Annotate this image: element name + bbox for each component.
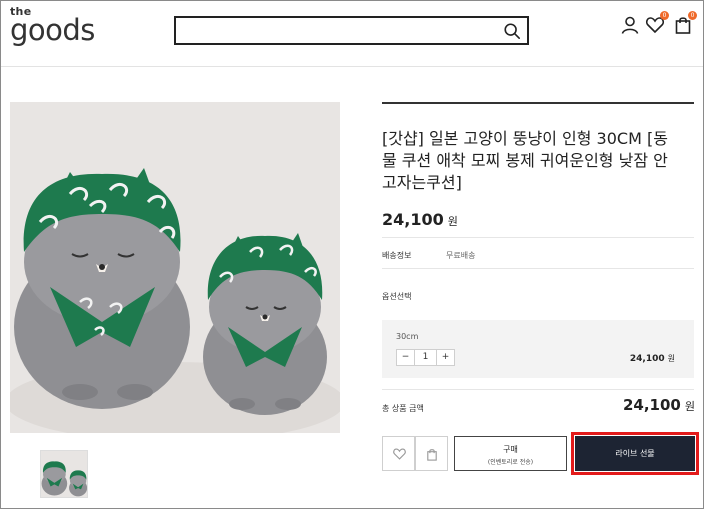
live-gift-button-highlight: 라이브 선물 [571,432,699,475]
shopping-bag-icon[interactable]: 0 [673,11,697,35]
search-input[interactable] [176,18,496,43]
quantity-input[interactable]: 1 [414,350,437,365]
shipping-label: 배송정보 [382,251,412,260]
total-amount-value: 24,100 [622,396,681,414]
selected-option-price-currency: 원 [667,354,675,363]
divider [382,237,694,238]
divider [382,268,694,269]
product-price: 24,100 원 [382,210,458,229]
selected-option-price-value: 24,100 [629,354,665,364]
search-icon[interactable] [503,22,521,40]
cart-count-badge: 0 [688,11,697,20]
product-price-currency: 원 [447,215,458,228]
logo-large-text: goods [10,13,95,47]
divider [382,389,694,390]
selected-option-box: 30cm − 1 + 24,100 원 [382,320,694,378]
total-amount-label: 총 상품 금액 [382,404,424,413]
live-gift-button[interactable]: 라이브 선물 [575,436,695,471]
product-title: [갓샵] 일본 고양이 뚱냥이 인형 30CM [동물 쿠션 애착 모찌 봉제 … [382,129,668,192]
cart-button[interactable] [415,436,448,471]
user-icon[interactable] [620,15,640,35]
shopping-bag-outline-icon [427,449,437,461]
site-logo[interactable]: the goods [10,6,95,45]
selected-option-name: 30cm [396,332,419,341]
wishlist-count-badge: 0 [660,11,669,20]
heart-icon[interactable]: 0 [645,11,669,35]
header-divider [1,66,703,67]
product-main-image [10,102,340,433]
quantity-increase-button[interactable]: + [437,350,454,365]
option-select-label: 옵션선택 [382,292,412,301]
total-amount-currency: 원 [684,400,695,413]
quantity-stepper: − 1 + [396,349,455,366]
buy-button-label: 구매 [503,445,518,454]
search-bar[interactable] [174,16,529,45]
product-price-value: 24,100 [382,210,444,229]
buy-button-sublabel: (인벤토리로 전송) [487,459,534,466]
quantity-decrease-button[interactable]: − [397,350,414,365]
selected-option-price: 24,100 원 [630,353,675,364]
total-amount: 24,100 원 [623,396,695,414]
buy-button[interactable]: 구매 (인벤토리로 전송) [454,436,567,471]
product-info-top-rule [382,102,694,104]
wishlist-button[interactable] [382,436,415,471]
shipping-value: 무료배송 [446,251,476,260]
heart-outline-icon [393,448,406,460]
product-thumbnail[interactable] [40,450,88,498]
